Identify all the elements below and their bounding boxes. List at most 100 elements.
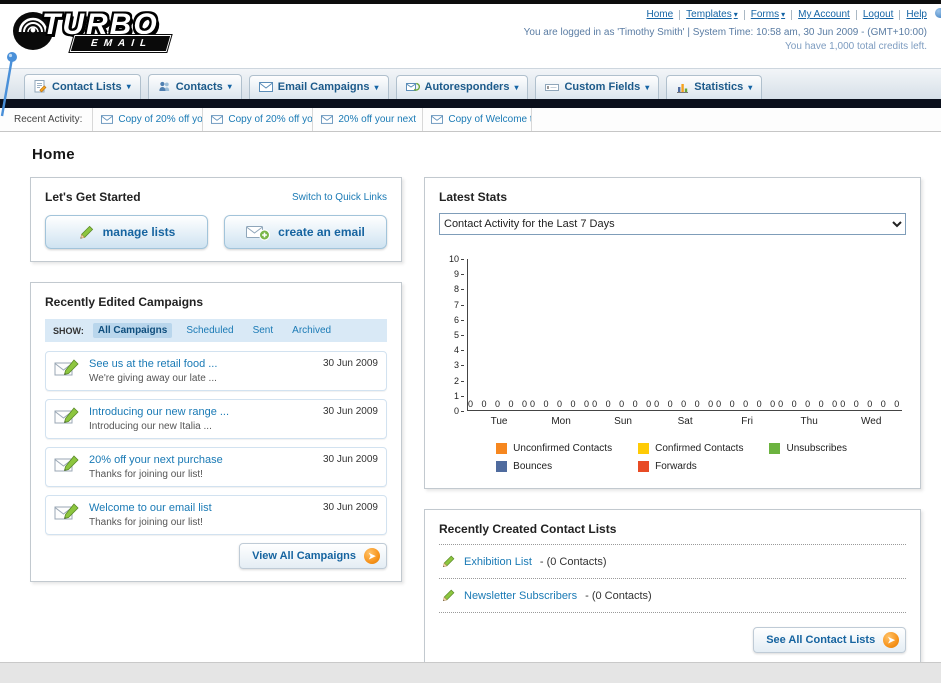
legend-item: Forwards <box>638 461 743 472</box>
campaign-row[interactable]: See us at the retail food ... We're givi… <box>45 351 387 391</box>
x-axis-label: Fri <box>741 416 753 427</box>
main-content: Home Let's Get Started Switch to Quick L… <box>0 132 941 666</box>
get-started-title: Let's Get Started <box>45 190 141 204</box>
y-axis-tick: 7 <box>454 300 464 310</box>
campaign-title[interactable]: Welcome to our email list <box>89 502 315 514</box>
tab-contact-lists[interactable]: Contact Lists ▾ <box>24 74 141 99</box>
campaigns-panel-title: Recently Edited Campaigns <box>45 295 204 309</box>
campaign-row[interactable]: Welcome to our email list Thanks for joi… <box>45 495 387 535</box>
legend-label: Unconfirmed Contacts <box>513 443 613 454</box>
recently-created-contact-lists-panel: Recently Created Contact Lists Exhibitio… <box>424 509 922 666</box>
contact-list-name[interactable]: Newsletter Subscribers <box>464 590 577 602</box>
y-axis-tick: 10 <box>449 254 464 264</box>
campaign-row[interactable]: Introducing our new range ... Introducin… <box>45 399 387 439</box>
app-window: TURBO EMAIL Home Templates ▾ Forms ▾ My Ac… <box>0 0 941 683</box>
x-axis-label: Sun <box>614 416 632 427</box>
recent-activity-item[interactable]: Copy of Welcome to <box>422 108 533 131</box>
stats-period-select[interactable]: Contact Activity for the Last 7 Days <box>439 213 907 235</box>
recent-activity-item[interactable]: Copy of 20% off yo <box>202 108 312 131</box>
switch-quick-links-link[interactable]: Switch to Quick Links <box>292 192 387 203</box>
contact-list-item[interactable]: Newsletter Subscribers - (0 Contacts) <box>439 579 907 613</box>
envelope-icon <box>321 115 334 124</box>
turbo-email-logo: TURBO EMAIL <box>12 8 173 53</box>
campaign-subtitle: Introducing our new Italia ... <box>89 421 212 432</box>
chevron-down-icon: ▾ <box>126 82 131 91</box>
legend-item: Unsubscribes <box>769 443 847 454</box>
tab-custom-fields[interactable]: Custom Fields ▾ <box>535 75 660 99</box>
recent-activity-item[interactable]: 20% off your next <box>312 108 422 131</box>
link-separator <box>679 9 681 20</box>
y-axis-tick: 0 <box>454 406 464 416</box>
chart-group: 0 0 0 0 0 <box>654 259 716 410</box>
login-status: You are logged in as 'Timothy Smith' | S… <box>523 27 927 38</box>
statistics-icon <box>676 81 689 93</box>
header-links: Home Templates ▾ Forms ▾ My Account Logout… <box>524 9 927 20</box>
see-all-contact-lists-button[interactable]: See All Contact Lists ➤ <box>753 627 907 653</box>
tab-autoresponders[interactable]: Autoresponders ▾ <box>395 75 529 99</box>
contact-list-count: - (0 Contacts) <box>539 555 607 568</box>
create-email-button[interactable]: create an email <box>224 215 387 249</box>
contacts-icon <box>158 80 171 93</box>
legend-swatch <box>638 461 650 472</box>
legend-swatch <box>638 443 650 454</box>
legend-label: Unsubscribes <box>786 443 848 454</box>
chart-y-axis: 10 9 8 7 6 5 4 3 2 1 0 <box>441 254 467 416</box>
main-navigation: Contact Lists ▾ Contacts ▾ Email Campaig… <box>0 68 941 99</box>
link-separator <box>743 9 745 20</box>
x-axis-label: Sat <box>677 416 693 427</box>
chevron-down-icon: ▾ <box>514 82 519 92</box>
stats-panel-title: Latest Stats <box>439 190 508 204</box>
tab-email-campaigns[interactable]: Email Campaigns ▾ <box>248 75 389 99</box>
x-axis-label: Wed <box>861 416 882 427</box>
legend-item: Unconfirmed Contacts <box>496 443 612 454</box>
campaign-title[interactable]: Introducing our new range ... <box>89 406 315 418</box>
y-axis-tick: 1 <box>454 391 464 401</box>
campaign-title[interactable]: See us at the retail food ... <box>89 358 315 370</box>
contact-list-item[interactable]: Exhibition List - (0 Contacts) <box>439 545 907 579</box>
header-edge-dot-decoration <box>935 8 941 18</box>
legend-swatch <box>496 443 508 454</box>
header: TURBO EMAIL Home Templates ▾ Forms ▾ My Ac… <box>0 4 941 117</box>
campaign-title[interactable]: 20% off your next purchase <box>89 454 315 466</box>
arrow-right-icon: ➤ <box>364 548 380 564</box>
campaign-subtitle: Thanks for joining our list! <box>89 517 203 528</box>
link-templates[interactable]: Templates ▾ <box>686 9 738 20</box>
envelope-pencil-icon <box>54 406 81 426</box>
chart-x-axis: Tue Mon Sun Sat Fri Thu Wed <box>468 411 902 427</box>
credits-note: You have 1,000 total credits left. <box>785 41 927 52</box>
y-axis-tick: 4 <box>454 345 464 355</box>
envelope-pencil-icon <box>54 502 81 522</box>
campaign-subtitle: We're giving away our late ... <box>89 373 217 384</box>
campaign-filter-strip: SHOW: All Campaigns Scheduled Sent Archi… <box>45 319 387 342</box>
envelope-icon <box>431 115 444 124</box>
campaign-subtitle: Thanks for joining our list! <box>89 469 203 480</box>
link-my-account[interactable]: My Account <box>798 9 850 20</box>
chart-group: 0 0 0 0 0 <box>592 259 654 410</box>
chart-group: 0 0 0 0 0 <box>716 259 778 410</box>
view-all-campaigns-button[interactable]: View All Campaigns ➤ <box>239 543 387 569</box>
filter-archived[interactable]: Archived <box>287 323 336 338</box>
filter-scheduled[interactable]: Scheduled <box>181 323 238 338</box>
link-separator <box>899 9 901 20</box>
chart-values: 0 0 0 0 0 <box>654 399 717 409</box>
filter-all-campaigns[interactable]: All Campaigns <box>92 323 173 338</box>
link-help[interactable]: Help <box>906 9 927 20</box>
recent-activity-item[interactable]: Copy of 20% off yo <box>92 108 202 131</box>
show-label: SHOW: <box>53 325 84 336</box>
tab-statistics[interactable]: Statistics ▾ <box>666 75 763 99</box>
x-axis-label: Tue <box>490 416 508 427</box>
link-forms[interactable]: Forms ▾ <box>751 9 785 20</box>
contact-list-count: - (0 Contacts) <box>585 589 652 602</box>
campaign-row[interactable]: 20% off your next purchase Thanks for jo… <box>45 447 387 487</box>
envelope-pencil-icon <box>54 358 81 378</box>
link-logout[interactable]: Logout <box>863 9 894 20</box>
y-axis-tick: 2 <box>454 376 464 386</box>
contact-list-name[interactable]: Exhibition List <box>464 556 532 568</box>
tab-contacts[interactable]: Contacts ▾ <box>147 74 242 99</box>
filter-sent[interactable]: Sent <box>248 323 279 338</box>
manage-lists-button[interactable]: manage lists <box>45 215 208 249</box>
link-home[interactable]: Home <box>646 9 673 20</box>
chevron-down-icon: ▾ <box>781 10 786 19</box>
legend-item: Bounces <box>496 461 612 472</box>
link-separator <box>791 9 793 20</box>
